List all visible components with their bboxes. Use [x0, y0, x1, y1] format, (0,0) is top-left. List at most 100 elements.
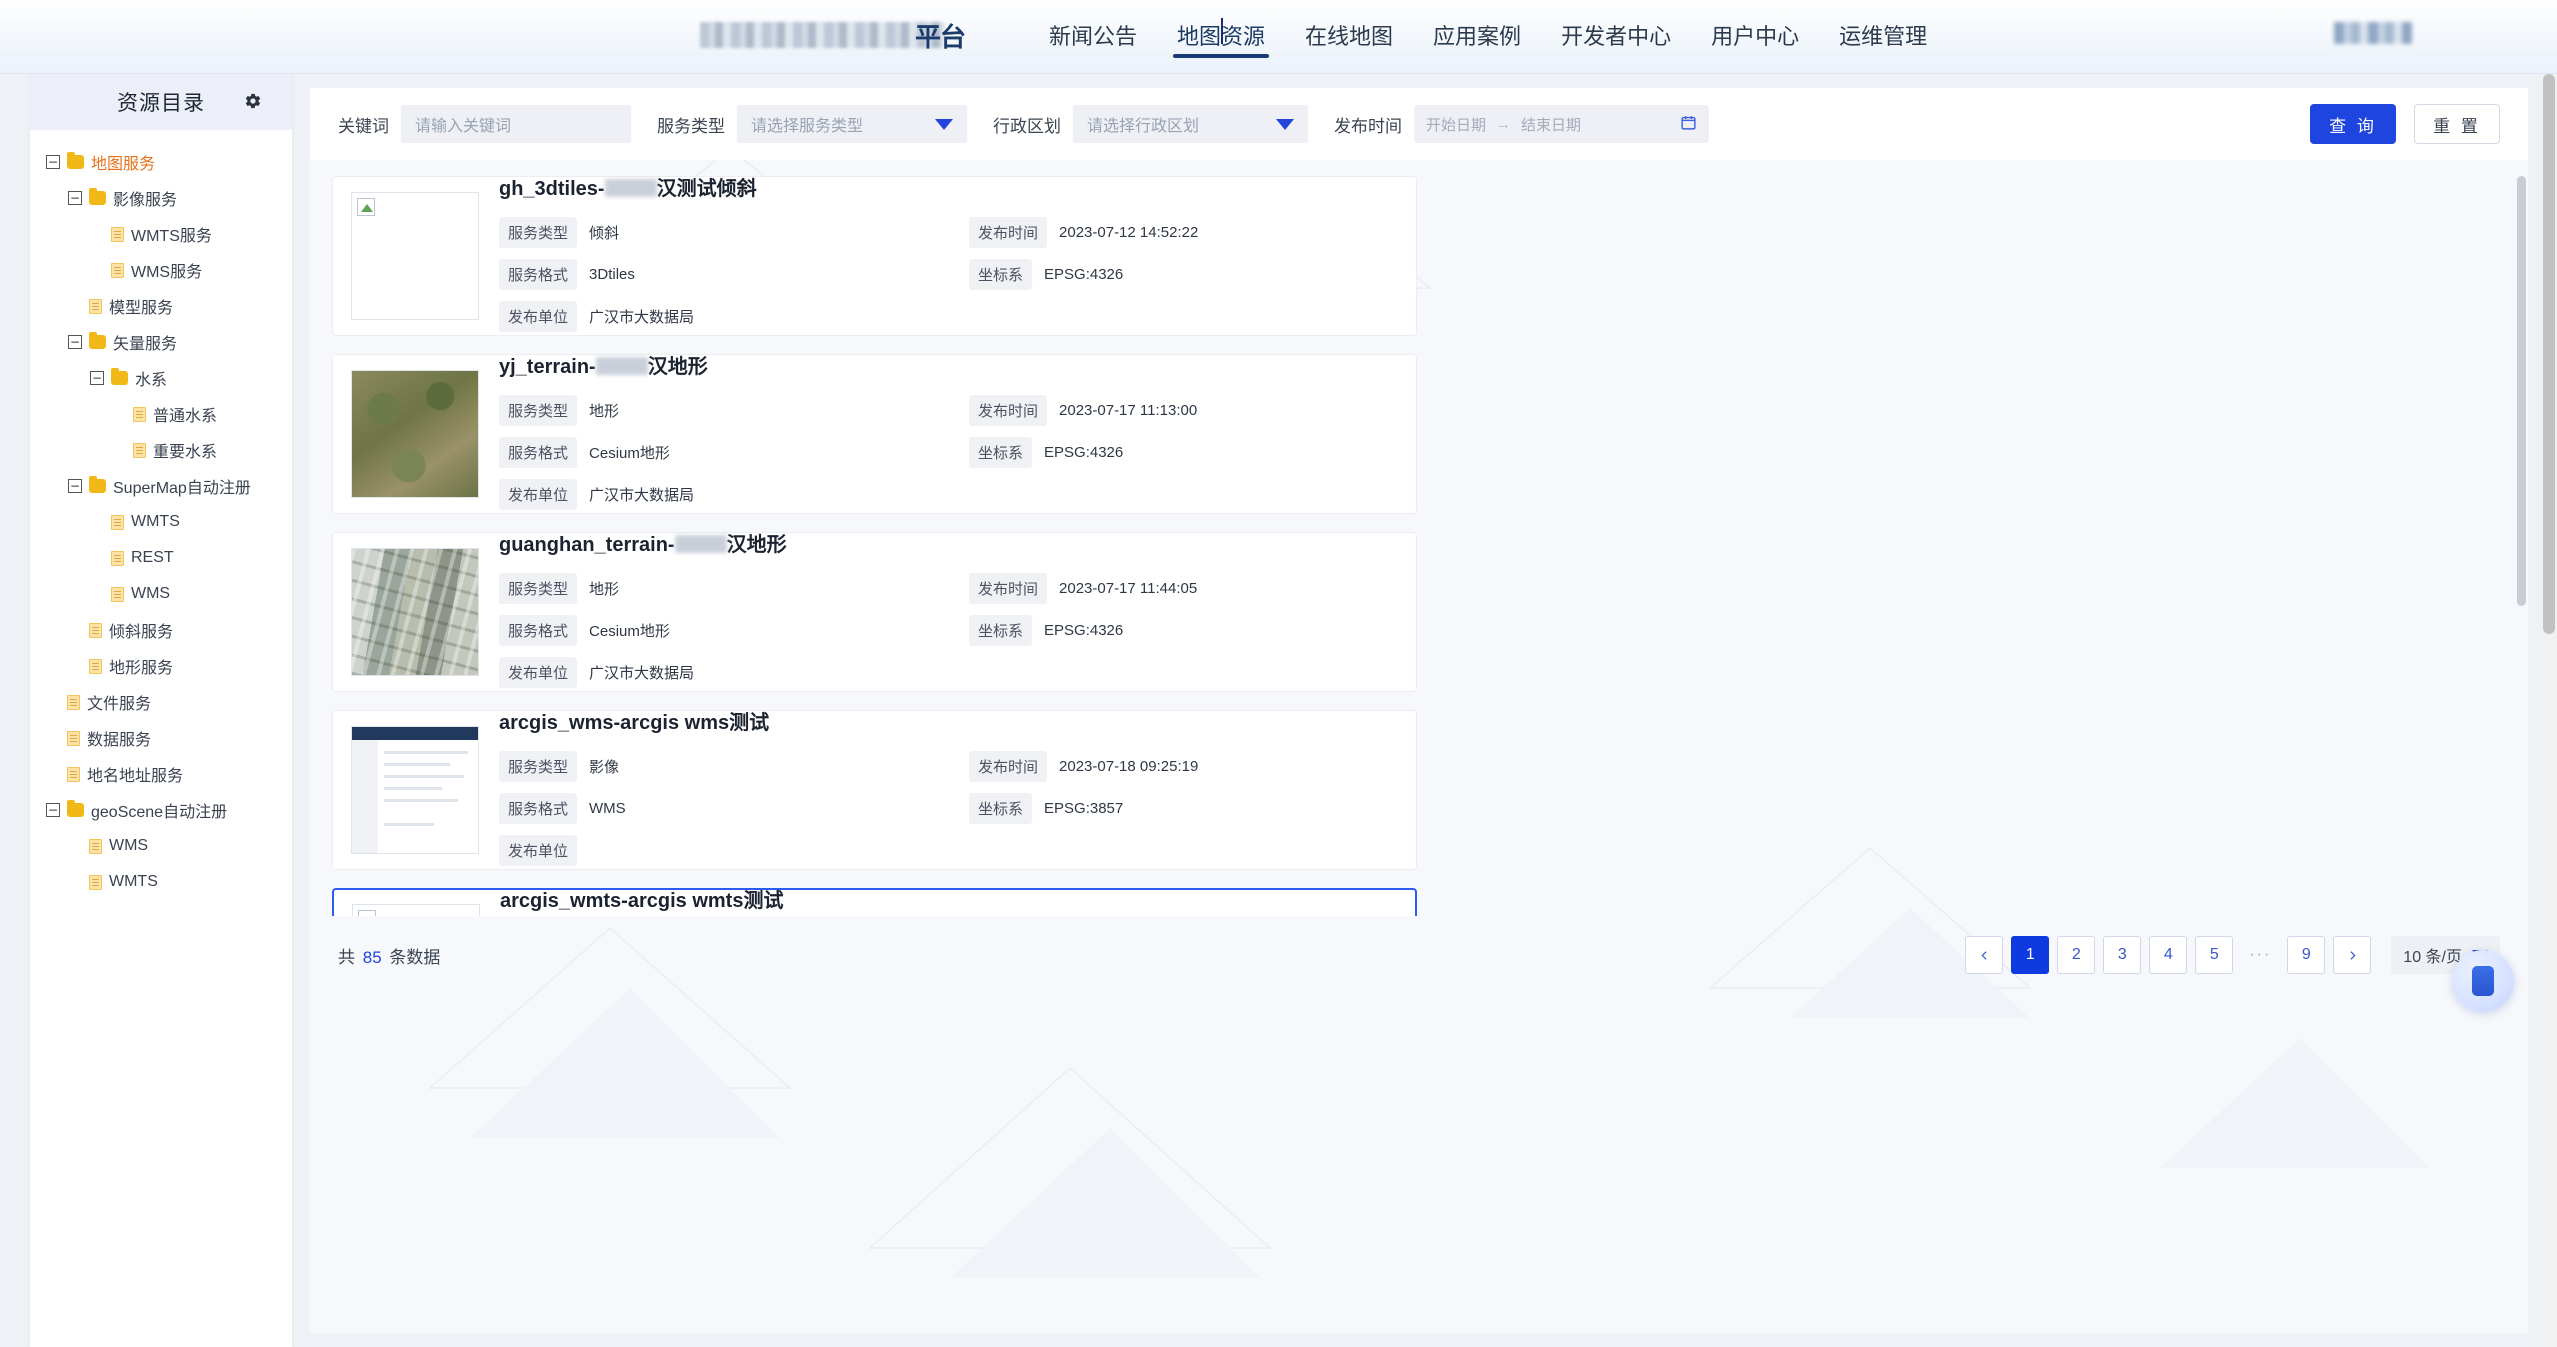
tree-item[interactable]: 倾斜服务 [30, 612, 292, 648]
resource-card[interactable]: guanghan_terrain- 汉地形 服务类型 地形 发布时间 2023-07-17… [332, 532, 1417, 692]
search-input[interactable]: 请输入关键词 [401, 105, 631, 143]
document-icon [67, 730, 80, 746]
field-value-publish-time: 2023-07-18 09:25:19 [1059, 757, 1199, 775]
tree-item[interactable]: − geoScene自动注册 [30, 792, 292, 828]
chevron-left-icon [1981, 950, 1987, 960]
tree-item[interactable]: − 水系 [30, 360, 292, 396]
tree-toggle-icon[interactable]: − [68, 479, 82, 493]
tree-item[interactable]: REST [30, 540, 292, 576]
tree-item[interactable]: WMS [30, 828, 292, 864]
query-button[interactable]: 查 询 [2310, 104, 2396, 144]
date-range-picker[interactable]: 开始日期 → 结束日期 [1414, 105, 1709, 143]
resource-card[interactable]: yj_terrain- 汉地形 服务类型 地形 发布时间 2023-07-17 11:13… [332, 354, 1417, 514]
card-title-suffix: 汉地形 [726, 533, 787, 556]
card-thumbnail[interactable] [351, 370, 479, 498]
tree-item-label: 倾斜服务 [109, 624, 174, 641]
card-title-prefix: arcgis_wmts-arcgis wmts测试 [500, 889, 784, 912]
nav-item-developer-center[interactable]: 开发者中心 [1557, 0, 1675, 74]
filter-bar: 关键词 请输入关键词 服务类型 请选择服务类型 行政区划 请选择行政区划 发布时… [310, 88, 2528, 160]
tree-item[interactable]: 重要水系 [30, 432, 292, 468]
card-title[interactable]: yj_terrain- 汉地形 [499, 350, 1398, 379]
tree-item[interactable]: − 影像服务 [30, 180, 292, 216]
card-field-publish-time: 发布时间 2023-07-17 11:44:05 [969, 572, 1197, 604]
document-icon [89, 622, 102, 638]
tree-toggle-icon[interactable]: − [46, 155, 60, 169]
card-thumbnail[interactable] [351, 548, 479, 676]
tree-toggle-icon[interactable]: − [90, 371, 104, 385]
tree-item[interactable]: 文件服务 [30, 684, 292, 720]
list-scrollbar[interactable] [2517, 176, 2526, 916]
tree-item[interactable]: 数据服务 [30, 720, 292, 756]
keyword-filter: 关键词 请输入关键词 [338, 105, 631, 143]
card-title[interactable]: guanghan_terrain- 汉地形 [499, 528, 1398, 557]
page-button-5[interactable]: 5 [2195, 936, 2234, 974]
folder-icon [89, 476, 106, 493]
nav-item-use-cases[interactable]: 应用案例 [1429, 0, 1525, 74]
field-value-crs: EPSG:4326 [1044, 621, 1124, 639]
page-button-2[interactable]: 2 [2057, 936, 2096, 974]
card-field-service-type: 服务类型 影像 [499, 750, 969, 782]
site-logo[interactable]: 平台 [700, 14, 985, 56]
document-icon [111, 586, 124, 602]
reset-button[interactable]: 重 置 [2414, 104, 2500, 144]
card-thumbnail[interactable] [351, 726, 479, 854]
document-icon [67, 694, 80, 710]
calendar-icon[interactable] [1680, 114, 1697, 135]
tree-item-label: 普通水系 [153, 408, 218, 425]
card-thumbnail[interactable] [352, 904, 480, 916]
date-start-input[interactable]: 开始日期 [1426, 114, 1486, 135]
tree-item[interactable]: WMTS [30, 864, 292, 900]
nav-item-map-resources[interactable]: 地图资源 [1173, 0, 1270, 74]
tree-toggle-icon[interactable]: − [68, 335, 82, 349]
tree-toggle-icon[interactable]: − [46, 803, 60, 817]
tree-item[interactable]: − 矢量服务 [30, 324, 292, 360]
tree-toggle-icon[interactable]: − [68, 191, 82, 205]
resource-card[interactable]: arcgis_wmts-arcgis wmts测试服务类型影像发布时间2023-… [332, 888, 1417, 916]
resource-card[interactable]: gh_3dtiles- 汉测试倾斜 服务类型 倾斜 发布时间 2023-07-12 14:… [332, 176, 1417, 336]
card-title[interactable]: arcgis_wmts-arcgis wmts测试 [500, 884, 1397, 913]
nav-item-ops-management[interactable]: 运维管理 [1835, 0, 1931, 74]
card-title-suffix: 汉测试倾斜 [656, 177, 757, 200]
nav-item-news[interactable]: 新闻公告 [1045, 0, 1141, 74]
tree-item[interactable]: 模型服务 [30, 288, 292, 324]
tree-item[interactable]: WMTS [30, 504, 292, 540]
tree-item[interactable]: − 地图服务 [30, 144, 292, 180]
next-page-button[interactable] [2333, 936, 2372, 974]
card-title[interactable]: gh_3dtiles- 汉测试倾斜 [499, 176, 1398, 201]
tree-item[interactable]: WMS服务 [30, 252, 292, 288]
prev-page-button[interactable] [1965, 936, 2004, 974]
nav-item-online-map[interactable]: 在线地图 [1301, 0, 1397, 74]
tree-item[interactable]: − SuperMap自动注册 [30, 468, 292, 504]
tree-item[interactable]: WMTS服务 [30, 216, 292, 252]
page-button-3[interactable]: 3 [2103, 936, 2142, 974]
page-button-1[interactable]: 1 [2011, 936, 2050, 974]
tree-item[interactable]: 普通水系 [30, 396, 292, 432]
nav-item-user-center[interactable]: 用户中心 [1707, 0, 1803, 74]
page-body: 资源目录 − 地图服务 − 影像服务 WMTS服务 WMS服务 模型服务 − 矢量服务 − 水系 普通… [0, 74, 2557, 1347]
text-caret [1220, 18, 1223, 44]
scrollbar-thumb[interactable] [2517, 176, 2526, 606]
resource-card[interactable]: arcgis_wms-arcgis wms测试 服务类型 影像 发布时间 2023-07… [332, 710, 1417, 870]
page-button-4[interactable]: 4 [2149, 936, 2188, 974]
browser-scrollbar-thumb[interactable] [2543, 74, 2555, 634]
card-title[interactable]: arcgis_wms-arcgis wms测试 [499, 706, 1398, 735]
page-button-last[interactable]: 9 [2287, 936, 2326, 974]
district-select[interactable]: 请选择行政区划 [1073, 105, 1308, 143]
tree-item[interactable]: WMS [30, 576, 292, 612]
field-value-service-format: WMS [589, 799, 626, 817]
feedback-fab-button[interactable] [2452, 950, 2514, 1012]
tree-item[interactable]: 地形服务 [30, 648, 292, 684]
service-type-label: 服务类型 [657, 116, 725, 136]
card-thumbnail[interactable] [351, 192, 479, 320]
field-label-publisher: 发布单位 [499, 834, 578, 866]
gear-icon[interactable] [244, 92, 262, 115]
card-row: 服务格式 3Dtiles 坐标系 EPSG:4326 [499, 258, 1398, 290]
date-end-input[interactable]: 结束日期 [1521, 114, 1581, 135]
card-row: 服务类型 地形 发布时间 2023-07-17 11:13:00 [499, 394, 1398, 426]
pagination-ellipsis[interactable]: ··· [2241, 936, 2279, 974]
avatar[interactable] [2334, 22, 2412, 44]
chevron-down-icon [935, 118, 953, 130]
tree-item[interactable]: 地名地址服务 [30, 756, 292, 792]
browser-scrollbar[interactable] [2541, 74, 2557, 1347]
service-type-select[interactable]: 请选择服务类型 [737, 105, 967, 143]
